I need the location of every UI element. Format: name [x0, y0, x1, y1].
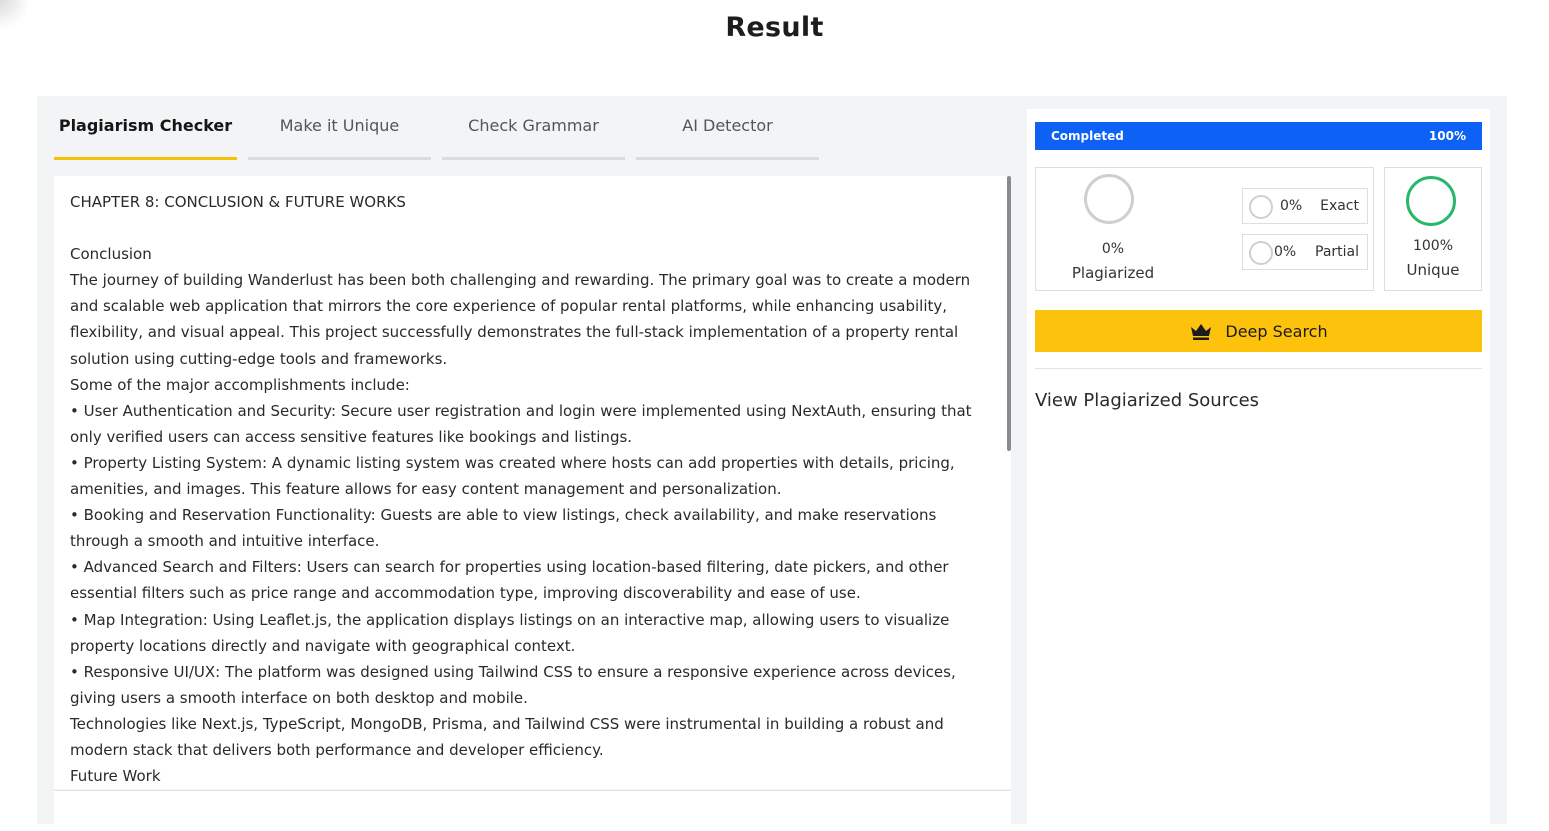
main-panel: Plagiarism Checker Make it Unique Check … — [37, 96, 1507, 831]
exact-percent: 0% — [1280, 198, 1303, 214]
tab-ai-detector[interactable]: AI Detector — [636, 96, 819, 160]
plagiarism-stats: 0% Plagiarized 0% Exact 0% Partial — [1035, 167, 1374, 291]
tab-make-it-unique[interactable]: Make it Unique — [248, 96, 431, 160]
progress-bar: Completed 100% — [1035, 122, 1482, 150]
results-panel: Completed 100% 0% Plagiarized 0% Exact 0… — [1027, 109, 1490, 824]
crown-icon — [1191, 324, 1212, 340]
progress-label: Completed — [1051, 129, 1124, 143]
editor-text[interactable]: CHAPTER 8: CONCLUSION & FUTURE WORKS Con… — [70, 189, 985, 789]
tab-check-grammar[interactable]: Check Grammar — [442, 96, 625, 160]
sources-title[interactable]: View Plagiarized Sources — [1035, 390, 1259, 411]
unique-ring — [1406, 176, 1456, 226]
partial-stat: 0% Partial — [1242, 234, 1368, 270]
progress-value: 100% — [1428, 129, 1466, 143]
tab-label: Make it Unique — [279, 116, 400, 135]
deep-search-button[interactable]: Deep Search — [1035, 310, 1482, 352]
page-title: Result — [725, 12, 824, 43]
text-editor[interactable]: CHAPTER 8: CONCLUSION & FUTURE WORKS Con… — [54, 176, 1011, 789]
checker-panel: Plagiarism Checker Make it Unique Check … — [37, 96, 1022, 831]
tab-label: AI Detector — [682, 116, 773, 135]
deep-search-label: Deep Search — [1225, 321, 1328, 341]
partial-percent: 0% — [1274, 244, 1297, 260]
exact-label: Exact — [1320, 198, 1359, 214]
plagiarized-ring — [1084, 174, 1134, 224]
partial-ring — [1249, 241, 1273, 265]
plagiarized-percent: 0% — [1101, 241, 1125, 257]
tab-plagiarism-checker[interactable]: Plagiarism Checker — [54, 96, 237, 160]
plagiarized-label: Plagiarized — [1071, 264, 1155, 282]
divider — [1035, 368, 1482, 369]
editor-scrollbar[interactable] — [1007, 176, 1011, 451]
tab-label: Plagiarism Checker — [58, 116, 233, 135]
unique-percent: 100% — [1412, 238, 1454, 254]
partial-label: Partial — [1315, 244, 1359, 260]
unique-label: Unique — [1406, 261, 1460, 279]
unique-stats: 100% Unique — [1384, 167, 1482, 291]
exact-stat: 0% Exact — [1242, 188, 1368, 224]
exact-ring — [1249, 195, 1273, 219]
tab-label: Check Grammar — [468, 116, 599, 135]
editor-footer — [54, 790, 1011, 831]
tab-bar: Plagiarism Checker Make it Unique Check … — [54, 96, 829, 160]
